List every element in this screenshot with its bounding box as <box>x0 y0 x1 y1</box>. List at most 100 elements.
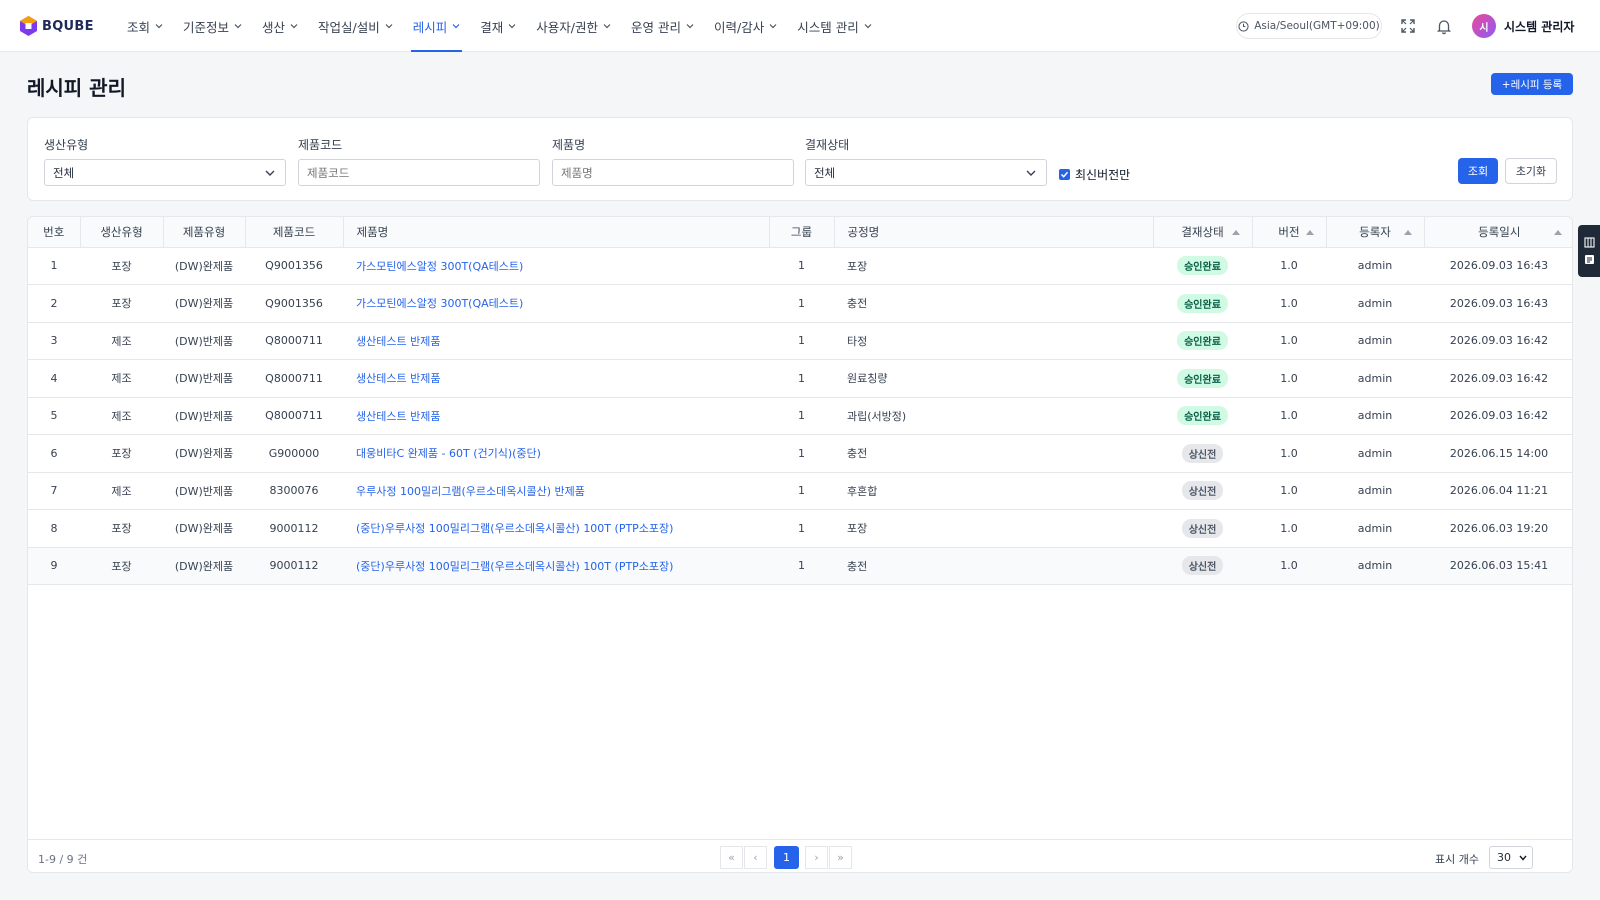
column-header-sortable[interactable]: 등록자 <box>1326 217 1425 248</box>
column-header[interactable]: 생산유형 <box>80 217 164 248</box>
timezone-selector[interactable]: Asia/Seoul(GMT+09:00) <box>1236 13 1382 39</box>
table-cell: admin <box>1357 484 1393 498</box>
product-name-link[interactable]: 우루사정 100밀리그램(우르소데옥시콜산) 반제품 <box>343 472 769 510</box>
production-type-label: 생산유형 <box>44 138 89 152</box>
page-size-select[interactable]: 30 <box>1489 846 1533 869</box>
user-name[interactable]: 시스템 관리자 <box>1504 18 1574 35</box>
column-header[interactable]: 제품코드 <box>245 217 344 248</box>
nav-item-audit[interactable]: 이력/감사 <box>704 0 787 52</box>
column-header-sortable[interactable]: 등록일시 <box>1424 217 1572 248</box>
column-header[interactable]: 공정명 <box>834 217 1154 248</box>
table-cell: 3 <box>50 334 58 348</box>
table-row[interactable]: 1 포장 (DW)완제품 Q9001356 가스모틴에스알정 300T(QA테스트) 1 포… <box>28 247 1572 285</box>
product-name-link[interactable]: (중단)우루사정 100밀리그램(우르소데옥시콜산) 100T (PTP소포장) <box>343 547 769 585</box>
table-cell: 5 <box>50 409 58 423</box>
nav-item-system[interactable]: 시스템 관리 <box>787 0 881 52</box>
product-name-link[interactable]: 생산테스트 반제품 <box>343 322 769 360</box>
prev-page-button[interactable]: ‹ <box>744 846 767 869</box>
table-row[interactable]: 3 제조 (DW)반제품 Q8000711 생산테스트 반제품 1 타정 승인완료 1.0 adm… <box>28 322 1572 360</box>
product-code-input[interactable] <box>298 159 540 186</box>
fullscreen-icon[interactable] <box>1399 17 1417 35</box>
chevron-down-icon <box>864 24 872 29</box>
table-cell: admin <box>1357 334 1393 348</box>
table-cell: 2026.06.03 19:20 <box>1449 521 1549 535</box>
status-cell: 승인완료 <box>1153 397 1252 435</box>
column-header[interactable]: 그룹 <box>769 217 835 248</box>
top-navigation-bar: BQUBE 조회 기준정보 생산 작업실/설비 레시피 결재 사용자/권한 운영… <box>0 0 1600 52</box>
filter-settings-icon <box>1584 255 1594 264</box>
chevron-down-icon <box>265 170 275 176</box>
column-header-sortable[interactable]: 버전 <box>1252 217 1327 248</box>
nav-item-label: 결재 <box>480 19 504 35</box>
side-panel-toggle[interactable] <box>1578 225 1600 277</box>
table-cell: 1.0 <box>1280 259 1298 273</box>
nav-item-operations[interactable]: 운영 관리 <box>621 0 704 52</box>
table-cell: 1 <box>798 559 805 573</box>
page-button-current[interactable]: 1 <box>774 846 799 869</box>
table-cell: 1.0 <box>1280 521 1298 535</box>
table-row[interactable]: 5 제조 (DW)반제품 Q8000711 생산테스트 반제품 1 과립(서방정) 승인완료 1… <box>28 397 1572 435</box>
column-header[interactable]: 제품명 <box>343 217 770 248</box>
main-nav: 조회 기준정보 생산 작업실/설비 레시피 결재 사용자/권한 운영 관리 이력… <box>117 0 882 52</box>
table-cell: admin <box>1357 259 1393 273</box>
bell-icon[interactable] <box>1435 17 1453 35</box>
nav-item-master-data[interactable]: 기준정보 <box>173 0 252 52</box>
table-cell: 1.0 <box>1280 334 1298 348</box>
register-recipe-button[interactable]: +레시피 등록 <box>1491 73 1573 95</box>
table-cell: 1.0 <box>1280 484 1298 498</box>
status-cell: 상신전 <box>1153 472 1252 510</box>
table-row[interactable]: 4 제조 (DW)반제품 Q8000711 생산테스트 반제품 1 원료칭량 승인완료 1.0 a… <box>28 360 1572 398</box>
product-name-link[interactable]: 가스모틴에스알정 300T(QA테스트) <box>343 247 769 285</box>
column-header-label: 등록일시 <box>1478 224 1521 239</box>
approval-status-select[interactable]: 전체 <box>805 159 1047 186</box>
chevron-down-icon <box>508 24 516 29</box>
production-type-select[interactable]: 전체 <box>44 159 286 186</box>
table-cell: 2026.09.03 16:42 <box>1449 409 1549 423</box>
table-cell: 포장 <box>847 259 868 273</box>
status-cell: 승인완료 <box>1153 360 1252 398</box>
table-row[interactable]: 9 포장 (DW)완제품 9000112 (중단)우루사정 100밀리그램(우르소데옥시… <box>28 547 1572 585</box>
latest-version-checkbox[interactable]: 최신버전만 <box>1059 166 1130 183</box>
status-cell: 승인완료 <box>1153 285 1252 323</box>
nav-item-approval[interactable]: 결재 <box>470 0 526 52</box>
product-name-link[interactable]: 생산테스트 반제품 <box>343 397 769 435</box>
nav-item-inquiry[interactable]: 조회 <box>117 0 173 52</box>
avatar[interactable]: 시 <box>1472 14 1496 38</box>
product-name-link[interactable]: (중단)우루사정 100밀리그램(우르소데옥시콜산) 100T (PTP소포장) <box>343 510 769 548</box>
column-header[interactable]: 번호 <box>28 217 81 248</box>
product-name-link[interactable]: 가스모틴에스알정 300T(QA테스트) <box>343 285 769 323</box>
table-row[interactable]: 2 포장 (DW)완제품 Q9001356 가스모틴에스알정 300T(QA테스트) 1 충… <box>28 285 1572 323</box>
product-name-input[interactable] <box>552 159 794 186</box>
next-page-button[interactable]: › <box>805 846 828 869</box>
table-cell: 제조 <box>111 372 132 386</box>
table-cell: Q8000711 <box>265 334 323 348</box>
reset-button[interactable]: 초기화 <box>1505 158 1557 184</box>
nav-item-production[interactable]: 생산 <box>252 0 308 52</box>
table-cell: 충전 <box>847 297 868 311</box>
table-row[interactable]: 6 포장 (DW)완제품 G900000 대웅비타C 완제품 - 60T (건기식)(중… <box>28 435 1572 473</box>
nav-item-workroom[interactable]: 작업실/설비 <box>308 0 403 52</box>
product-name-link[interactable]: 생산테스트 반제품 <box>343 360 769 398</box>
nav-item-label: 시스템 관리 <box>797 19 859 35</box>
first-page-button[interactable]: « <box>720 846 743 869</box>
search-button[interactable]: 조회 <box>1458 158 1498 184</box>
nav-item-label: 이력/감사 <box>714 19 765 35</box>
table-cell: admin <box>1357 521 1393 535</box>
table-row[interactable]: 7 제조 (DW)반제품 8300076 우루사정 100밀리그램(우르소데옥시콜산) … <box>28 472 1572 510</box>
product-name-label: 제품명 <box>552 138 586 152</box>
table-cell: (DW)완제품 <box>174 259 234 273</box>
brand-logo[interactable]: BQUBE <box>20 16 94 36</box>
nav-item-users[interactable]: 사용자/권한 <box>526 0 621 52</box>
table-cell: 포장 <box>111 259 132 273</box>
nav-item-label: 작업실/설비 <box>318 19 380 35</box>
column-header-sortable[interactable]: 결재상태 <box>1153 217 1253 248</box>
page-size-value: 30 <box>1497 851 1511 864</box>
column-header[interactable]: 제품유형 <box>163 217 246 248</box>
nav-item-label: 운영 관리 <box>631 19 681 35</box>
table-cell: 2026.06.15 14:00 <box>1449 446 1549 460</box>
product-name-link[interactable]: 대웅비타C 완제품 - 60T (건기식)(중단) <box>343 435 769 473</box>
table-row[interactable]: 8 포장 (DW)완제품 9000112 (중단)우루사정 100밀리그램(우르소데옥시… <box>28 510 1572 548</box>
nav-item-recipe[interactable]: 레시피 <box>403 0 471 52</box>
last-page-button[interactable]: » <box>829 846 852 869</box>
table-cell: admin <box>1357 559 1393 573</box>
